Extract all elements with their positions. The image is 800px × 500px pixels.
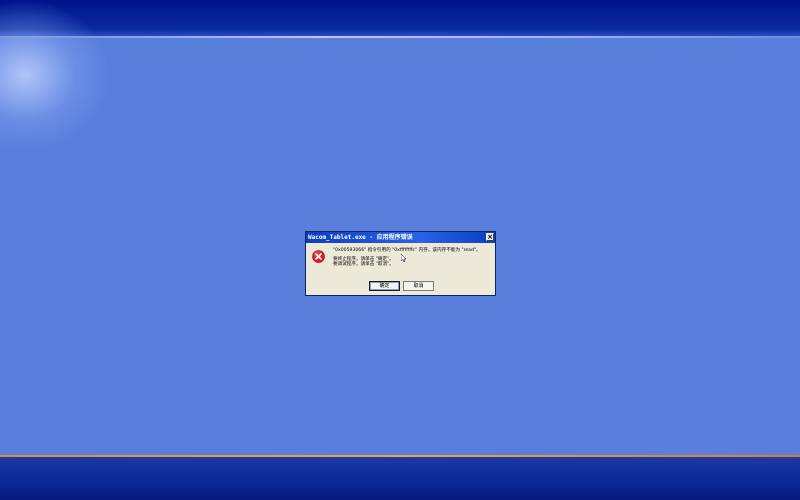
dialog-titlebar[interactable]: Wacom_Tablet.exe - 应用程序错误 ×: [306, 232, 495, 243]
message-line: "0x00593066" 指令引用的 "0xffffffffc" 内存。该内存不…: [333, 248, 481, 253]
top-band: [0, 0, 800, 36]
close-button[interactable]: ×: [486, 233, 494, 241]
bottom-band: [0, 457, 800, 500]
mouse-cursor-icon: [401, 254, 407, 262]
error-icon: [312, 250, 325, 263]
dialog-title: Wacom_Tablet.exe - 应用程序错误: [308, 234, 413, 241]
desktop: Wacom_Tablet.exe - 应用程序错误 × "0x00593066"…: [0, 0, 800, 500]
message-line: 要调试程序，请单击 "取消"。: [333, 262, 394, 268]
close-icon: ×: [487, 233, 493, 241]
ok-button[interactable]: 确定: [369, 281, 400, 291]
cancel-button[interactable]: 取消: [403, 281, 434, 291]
top-band-divider: [0, 36, 800, 38]
dialog-message: "0x00593066" 指令引用的 "0xffffffffc" 内存。该内存不…: [333, 248, 493, 268]
error-dialog: Wacom_Tablet.exe - 应用程序错误 × "0x00593066"…: [305, 231, 496, 296]
